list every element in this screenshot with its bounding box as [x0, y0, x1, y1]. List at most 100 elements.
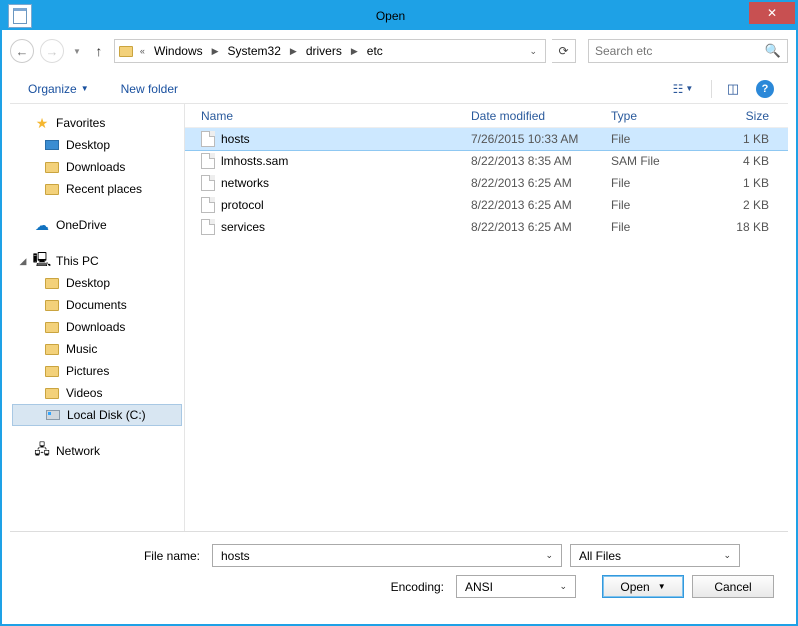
file-type-cell: File [605, 132, 705, 146]
body: ★ Favorites Desktop Downloads Recent pla… [10, 104, 788, 532]
file-size-cell: 18 KB [705, 220, 775, 234]
preview-pane-button[interactable]: ◫ [720, 78, 746, 100]
file-list: Name Date modified Type Size hosts 7/26/2… [185, 104, 788, 531]
desktop-icon [44, 137, 60, 153]
file-date-cell: 8/22/2013 6:25 AM [465, 176, 605, 190]
chevron-down-icon: ⌄ [555, 581, 571, 592]
sidebar-desktop[interactable]: Desktop [10, 134, 184, 156]
close-button[interactable]: ✕ [749, 2, 795, 24]
sidebar-label: Desktop [66, 138, 110, 152]
network-icon: 🖧 [34, 443, 50, 459]
cancel-button[interactable]: Cancel [692, 575, 774, 598]
folder-icon [44, 159, 60, 175]
sidebar-label: Pictures [66, 364, 109, 378]
file-filter-select[interactable]: All Files ⌄ [570, 544, 740, 567]
chevron-down-icon: ▼ [81, 84, 89, 93]
filename-input[interactable]: hosts ⌄ [212, 544, 562, 567]
folder-icon [44, 341, 60, 357]
search-input[interactable] [595, 44, 765, 58]
sidebar-favorites[interactable]: ★ Favorites [10, 112, 184, 134]
view-options-button[interactable]: ☷▼ [663, 78, 703, 100]
file-row[interactable]: networks 8/22/2013 6:25 AMFile1 KB [185, 172, 788, 194]
sidebar-thispc[interactable]: ◢ 🖳 This PC [10, 250, 184, 272]
column-type[interactable]: Type [605, 109, 705, 123]
sidebar-pc-localdisk[interactable]: Local Disk (C:) [12, 404, 182, 426]
breadcrumb-windows[interactable]: Windows [150, 42, 207, 60]
sidebar-label: OneDrive [56, 218, 107, 232]
chevron-right-icon[interactable]: ▶ [348, 46, 361, 57]
column-date[interactable]: Date modified [465, 109, 605, 123]
address-bar[interactable]: « Windows ▶ System32 ▶ drivers ▶ etc ⌄ [114, 39, 546, 63]
chevron-down-icon: ⌄ [719, 550, 735, 561]
sidebar-pc-videos[interactable]: Videos [10, 382, 184, 404]
open-file-dialog: Open ✕ ← → ▼ ↑ « Windows ▶ System32 ▶ dr… [0, 0, 798, 626]
divider [711, 80, 712, 98]
sidebar-onedrive[interactable]: ☁ OneDrive [10, 214, 184, 236]
folder-icon [44, 385, 60, 401]
search-box[interactable]: 🔍 [588, 39, 788, 63]
file-date-cell: 8/22/2013 6:25 AM [465, 198, 605, 212]
file-type-cell: File [605, 198, 705, 212]
folder-icon [44, 363, 60, 379]
new-folder-button[interactable]: New folder [117, 78, 182, 100]
help-button[interactable]: ? [756, 80, 774, 98]
breadcrumb-overflow[interactable]: « [137, 46, 148, 56]
refresh-button[interactable]: ⟳ [552, 39, 576, 63]
file-date-cell: 8/22/2013 6:25 AM [465, 220, 605, 234]
sidebar-pc-music[interactable]: Music [10, 338, 184, 360]
search-icon: 🔍 [765, 43, 781, 59]
up-button[interactable]: ↑ [90, 42, 108, 60]
breadcrumb-drivers[interactable]: drivers [302, 42, 346, 60]
filename-label: File name: [24, 549, 204, 563]
column-size[interactable]: Size [705, 109, 775, 123]
split-arrow-icon: ▼ [658, 582, 666, 591]
sidebar-downloads[interactable]: Downloads [10, 156, 184, 178]
organize-menu[interactable]: Organize ▼ [24, 78, 93, 100]
file-name: networks [221, 176, 269, 190]
breadcrumb-system32[interactable]: System32 [224, 42, 285, 60]
file-name-cell: networks [195, 175, 465, 191]
sidebar-pc-pictures[interactable]: Pictures [10, 360, 184, 382]
sidebar-pc-downloads[interactable]: Downloads [10, 316, 184, 338]
open-button[interactable]: Open ▼ [602, 575, 684, 598]
file-type-cell: File [605, 176, 705, 190]
file-rows: hosts7/26/2015 10:33 AMFile1 KBlmhosts.s… [185, 128, 788, 531]
sidebar-pc-desktop[interactable]: Desktop [10, 272, 184, 294]
sidebar-pc-documents[interactable]: Documents [10, 294, 184, 316]
sidebar-label: Desktop [66, 276, 110, 290]
sidebar-label: Videos [66, 386, 102, 400]
file-icon [201, 131, 215, 147]
chevron-down-icon: ⌄ [541, 550, 557, 561]
file-row[interactable]: protocol8/22/2013 6:25 AMFile2 KB [185, 194, 788, 216]
file-size-cell: 4 KB [705, 154, 775, 168]
encoding-select[interactable]: ANSI ⌄ [456, 575, 576, 598]
file-type-cell: SAM File [605, 154, 705, 168]
encoding-label: Encoding: [391, 580, 448, 594]
chevron-right-icon[interactable]: ▶ [287, 46, 300, 57]
content: ← → ▼ ↑ « Windows ▶ System32 ▶ drivers ▶… [2, 30, 796, 624]
open-label: Open [620, 580, 649, 594]
sidebar-label: Documents [66, 298, 127, 312]
organize-label: Organize [28, 82, 77, 96]
column-headers: Name Date modified Type Size [185, 104, 788, 128]
history-dropdown[interactable]: ▼ [70, 47, 84, 56]
file-row[interactable]: services8/22/2013 6:25 AMFile18 KB [185, 216, 788, 238]
file-row[interactable]: hosts7/26/2015 10:33 AMFile1 KB [185, 128, 788, 150]
sidebar-recent[interactable]: Recent places [10, 178, 184, 200]
encoding-value: ANSI [461, 580, 555, 594]
file-name-cell: hosts [195, 131, 465, 147]
window-title: Open [32, 9, 749, 23]
file-date-cell: 7/26/2015 10:33 AM [465, 132, 605, 146]
breadcrumb-etc[interactable]: etc [363, 42, 387, 60]
folder-icon [44, 275, 60, 291]
file-size-cell: 1 KB [705, 176, 775, 190]
sidebar-network[interactable]: 🖧 Network [10, 440, 184, 462]
back-button[interactable]: ← [10, 39, 34, 63]
forward-button[interactable]: → [40, 39, 64, 63]
titlebar: Open ✕ [2, 2, 796, 30]
column-name[interactable]: Name [195, 109, 465, 123]
chevron-right-icon[interactable]: ▶ [209, 46, 222, 57]
address-dropdown[interactable]: ⌄ [523, 46, 543, 57]
file-name: hosts [221, 132, 250, 146]
file-row[interactable]: lmhosts.sam8/22/2013 8:35 AMSAM File4 KB [185, 150, 788, 172]
